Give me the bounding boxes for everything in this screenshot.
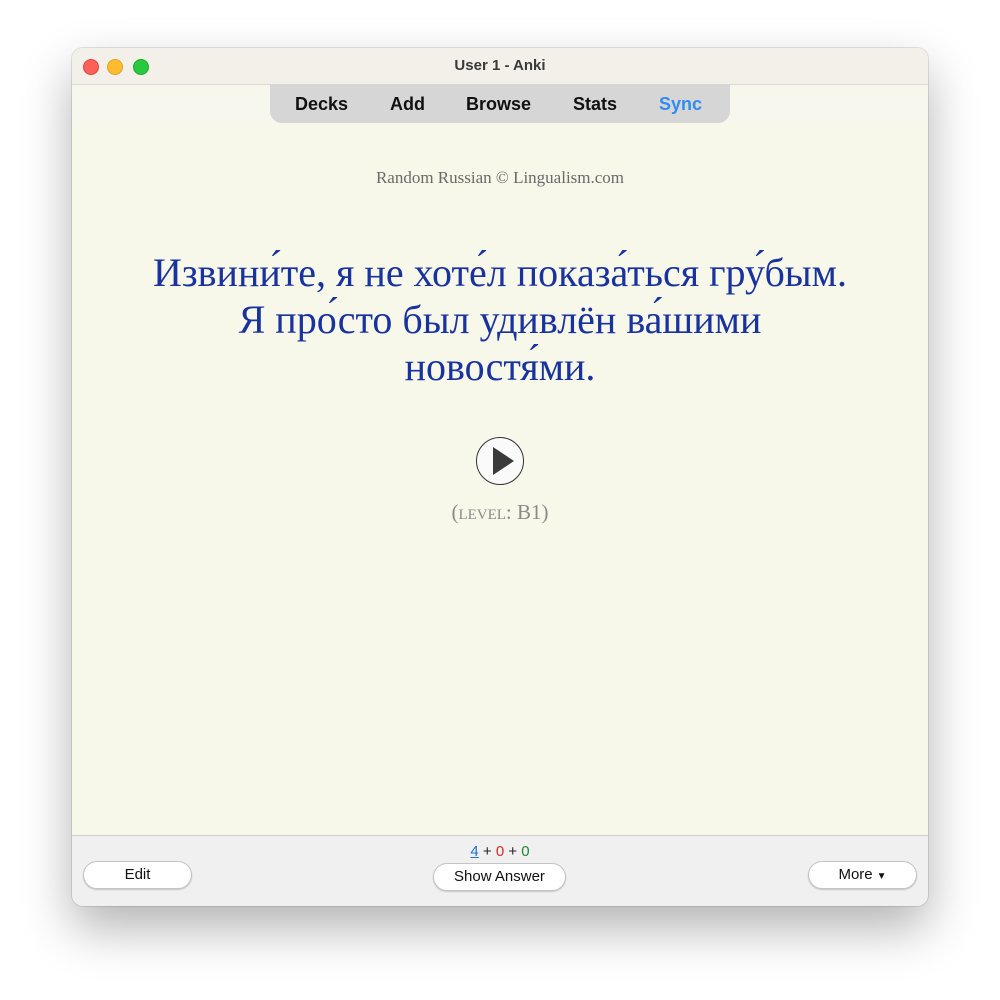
anki-window: User 1 - Anki Decks Add Browse Stats Syn…	[72, 48, 928, 906]
card-source: Random Russian © Lingualism.com	[375, 168, 625, 187]
toolbar-browse[interactable]: Browse	[466, 94, 531, 115]
card-sentence: Извини́те, я не хоте́л показа́ться гру́б…	[82, 249, 918, 390]
more-button[interactable]: More ▼	[808, 861, 917, 889]
sentence-line-1: Извини́те, я не хоте́л показа́ться гру́б…	[152, 250, 847, 295]
sentence-line-3: новостя́ми.	[404, 344, 596, 389]
toolbar-add[interactable]: Add	[390, 94, 425, 115]
count-plus-1: +	[478, 843, 496, 860]
play-audio-icon	[493, 447, 514, 475]
chevron-down-icon: ▼	[876, 871, 887, 882]
toolbar-sync[interactable]: Sync	[659, 94, 702, 115]
count-plus-2: +	[504, 843, 522, 860]
main-toolbar: Decks Add Browse Stats Sync	[270, 85, 730, 123]
level-label: level:	[458, 500, 512, 524]
edit-button[interactable]: Edit	[83, 861, 192, 889]
card-view: Random Russian © Lingualism.com Извини́т…	[72, 124, 928, 836]
level-close-paren: )	[541, 500, 549, 524]
title-bar: User 1 - Anki	[72, 48, 928, 85]
show-answer-button[interactable]: Show Answer	[433, 863, 566, 891]
due-counts: 4 + 0 + 0	[72, 843, 928, 860]
count-new: 4	[470, 843, 479, 860]
more-label: More	[838, 866, 873, 883]
count-learn: 0	[495, 843, 505, 860]
count-review: 0	[521, 843, 530, 860]
toolbar-decks[interactable]: Decks	[295, 94, 348, 115]
toolbar-stats[interactable]: Stats	[573, 94, 617, 115]
play-audio-button[interactable]	[476, 437, 524, 485]
card-level: (level: B1)	[72, 500, 928, 525]
level-value: B1	[511, 500, 542, 524]
sentence-line-2: Я про́сто был удивлён ва́шими	[238, 297, 762, 342]
window-title: User 1 - Anki	[454, 57, 546, 74]
bottom-bar: 4 + 0 + 0 Edit Show Answer More ▼	[72, 835, 928, 906]
